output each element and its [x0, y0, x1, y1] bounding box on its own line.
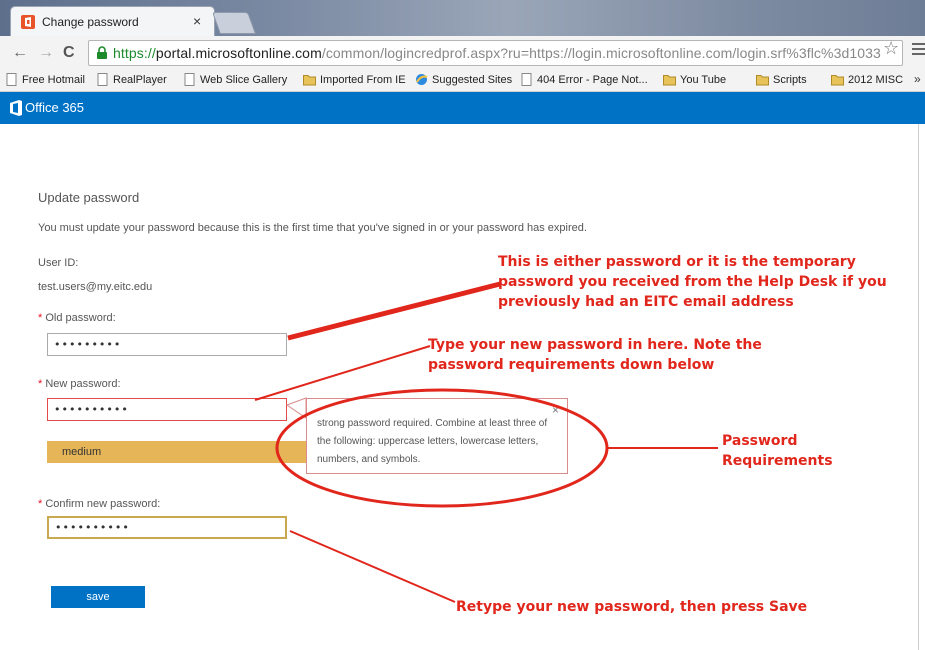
bookmark-label: You Tube: [680, 73, 727, 86]
browser-tab[interactable]: Change password ×: [10, 6, 215, 36]
url-scheme: https://: [113, 45, 156, 61]
folder-icon: [756, 75, 769, 86]
bookmark-label: Scripts: [773, 73, 807, 86]
bookmark-label: 2012 MISC: [848, 73, 904, 86]
page-icon: [97, 73, 108, 86]
tab-title: Change password: [42, 15, 139, 29]
password-requirements-tooltip: × strong password required. Combine at l…: [306, 398, 568, 474]
userid-value: test.users@my.eitc.edu: [38, 281, 153, 293]
scrollbar[interactable]: [918, 124, 925, 650]
bookmark-label: Imported From IE: [320, 73, 406, 86]
annotation-confirm: Retype your new password, then press Sav…: [456, 599, 808, 615]
annotation-old-password: This is either password or it is the tem…: [498, 254, 887, 310]
bookmark-star-icon[interactable]: ☆: [883, 38, 899, 59]
old-password-label-text: Old password:: [45, 312, 116, 324]
browser-menu-icon[interactable]: [912, 42, 925, 56]
brand-name: Office 365: [25, 100, 85, 115]
tooltip-pointer: [285, 397, 307, 419]
new-password-label: * New password:: [38, 378, 121, 390]
required-mark: *: [38, 312, 43, 324]
save-button[interactable]: save: [51, 586, 145, 608]
bookmark-item[interactable]: 404 Error - Page Not...: [520, 73, 648, 86]
page-icon: [184, 73, 195, 86]
bookmark-item[interactable]: RealPlayer: [96, 73, 167, 86]
folder-icon: [663, 75, 676, 86]
required-mark: *: [38, 378, 43, 390]
reload-button[interactable]: C: [63, 44, 75, 62]
bookmarks-overflow-icon[interactable]: »: [914, 72, 921, 86]
folder-icon: [303, 75, 316, 86]
confirm-password-label: * Confirm new password:: [38, 498, 160, 510]
url-text: https://portal.microsoftonline.com/commo…: [113, 45, 881, 61]
browser-tab-strip: Change password ×: [0, 0, 925, 36]
bookmark-item[interactable]: Imported From IE: [303, 73, 406, 86]
folder-icon: [831, 75, 844, 86]
bookmark-item[interactable]: Web Slice Gallery: [183, 73, 287, 86]
bookmark-item[interactable]: You Tube: [663, 73, 726, 86]
page-icon: [521, 73, 532, 86]
office365-header: Office 365: [0, 92, 925, 124]
annotation-line-old: [287, 281, 501, 341]
page-title: Update password: [38, 190, 140, 205]
userid-label: User ID:: [38, 257, 79, 269]
bookmark-label: Suggested Sites: [432, 73, 513, 86]
back-button[interactable]: ←: [12, 44, 28, 62]
lock-icon: [97, 46, 107, 59]
new-password-field[interactable]: [47, 398, 287, 421]
address-bar[interactable]: https://portal.microsoftonline.com/commo…: [88, 40, 903, 66]
url-host: portal.microsoftonline.com: [155, 45, 322, 61]
required-mark: *: [38, 498, 43, 510]
tab-close-icon[interactable]: ×: [193, 13, 201, 29]
annotation-requirements: Password Requirements: [722, 433, 833, 469]
bookmark-item[interactable]: 2012 MISC: [831, 73, 903, 86]
bookmarks-bar: Free Hotmail RealPlayer Web Slice Gallery I…: [0, 70, 925, 92]
bookmark-item[interactable]: Suggested Sites: [415, 73, 512, 86]
confirm-password-field[interactable]: [47, 516, 287, 539]
forward-button[interactable]: →: [38, 44, 54, 62]
old-password-label: * Old password:: [38, 312, 116, 324]
browser-toolbar: ← → C https://portal.microsoftonline.com…: [0, 36, 925, 70]
page-icon: [6, 73, 17, 86]
new-tab-button[interactable]: [211, 12, 257, 34]
bookmark-label: RealPlayer: [113, 73, 167, 86]
confirm-password-label-text: Confirm new password:: [45, 498, 161, 510]
bookmark-item[interactable]: Scripts: [756, 73, 807, 86]
intro-text: You must update your password because th…: [38, 222, 587, 234]
old-password-field[interactable]: [47, 333, 287, 356]
office-favicon-icon: [21, 15, 35, 29]
tooltip-text: strong password required. Combine at lea…: [317, 418, 548, 465]
ie-icon: [416, 74, 428, 85]
bookmark-label: 404 Error - Page Not...: [537, 73, 648, 86]
office-logo-icon: [10, 100, 22, 116]
url-path: /common/logincredprof.aspx?ru=https://lo…: [321, 45, 881, 61]
bookmark-item[interactable]: Free Hotmail: [5, 73, 85, 86]
new-password-label-text: New password:: [45, 378, 121, 390]
password-strength-label: medium: [62, 446, 102, 458]
bookmark-label: Web Slice Gallery: [200, 73, 288, 86]
annotation-new-password: Type your new password in here. Note the…: [428, 337, 762, 373]
annotation-line-confirm: [289, 530, 456, 603]
bookmark-label: Free Hotmail: [22, 73, 85, 86]
